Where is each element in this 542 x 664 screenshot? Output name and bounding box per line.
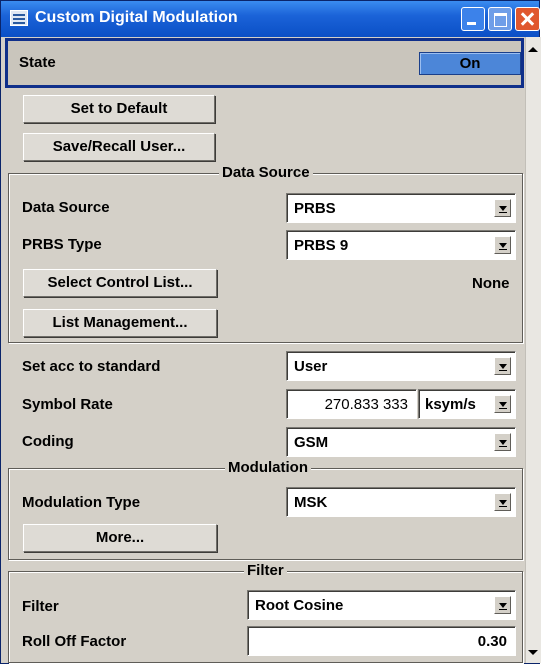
more-button[interactable]: More... — [23, 524, 217, 552]
roll-off-factor-input[interactable]: 0.30 — [247, 626, 516, 656]
minimize-button[interactable] — [461, 7, 485, 31]
filter-label: Filter — [22, 598, 59, 615]
chevron-down-icon[interactable] — [494, 199, 511, 217]
symbol-rate-unit-dropdown[interactable]: ksym/s — [418, 389, 516, 419]
symbol-rate-input[interactable]: 270.833 333 — [286, 389, 417, 419]
modulation-type-label: Modulation Type — [22, 494, 141, 511]
data-source-label: Data Source — [22, 199, 110, 216]
data-source-dropdown[interactable]: PRBS — [286, 193, 516, 223]
title-bar[interactable]: Custom Digital Modulation — [1, 1, 540, 37]
coding-value: GSM — [294, 434, 329, 451]
maximize-button[interactable] — [488, 7, 512, 31]
chevron-down-icon[interactable] — [494, 395, 511, 413]
coding-label: Coding — [22, 433, 74, 450]
filter-value: Root Cosine — [255, 597, 344, 614]
filter-dropdown[interactable]: Root Cosine — [247, 590, 516, 620]
state-row: State On — [5, 38, 524, 88]
roll-off-factor-label: Roll Off Factor — [22, 633, 127, 650]
window-title: Custom Digital Modulation — [35, 9, 238, 26]
scroll-down-icon[interactable] — [528, 650, 538, 655]
chevron-down-icon[interactable] — [494, 357, 511, 375]
symbol-rate-value: 270.833 333 — [324, 396, 408, 413]
scroll-up-icon[interactable] — [528, 47, 538, 52]
symbol-rate-unit: ksym/s — [425, 396, 476, 413]
state-label: State — [19, 54, 56, 71]
set-to-default-button[interactable]: Set to Default — [23, 95, 215, 123]
prbs-type-label: PRBS Type — [22, 236, 102, 253]
filter-group-title: Filter — [244, 562, 287, 580]
save-recall-user-button[interactable]: Save/Recall User... — [23, 133, 215, 161]
data-source-group-title: Data Source — [219, 164, 313, 182]
close-button[interactable] — [515, 7, 540, 31]
chevron-down-icon[interactable] — [494, 236, 511, 254]
symbol-rate-label: Symbol Rate — [22, 396, 113, 413]
window-icon — [10, 10, 28, 26]
custom-digital-modulation-window: Custom Digital Modulation State On Set t… — [0, 0, 541, 664]
state-toggle-button[interactable]: On — [419, 52, 521, 75]
roll-off-factor-value: 0.30 — [477, 633, 507, 650]
chevron-down-icon[interactable] — [494, 493, 511, 511]
vertical-scrollbar[interactable] — [525, 37, 541, 663]
prbs-type-value: PRBS 9 — [294, 237, 349, 254]
modulation-type-value: MSK — [294, 494, 328, 511]
chevron-down-icon[interactable] — [494, 596, 511, 614]
select-control-list-button[interactable]: Select Control List... — [23, 269, 217, 297]
set-acc-to-standard-label: Set acc to standard — [22, 358, 161, 375]
standard-value: User — [294, 358, 328, 375]
modulation-type-dropdown[interactable]: MSK — [286, 487, 516, 517]
modulation-group-title: Modulation — [225, 459, 311, 477]
prbs-type-dropdown[interactable]: PRBS 9 — [286, 230, 516, 260]
standard-dropdown[interactable]: User — [286, 351, 516, 381]
data-source-value: PRBS — [294, 200, 336, 217]
list-management-button[interactable]: List Management... — [23, 309, 217, 337]
coding-dropdown[interactable]: GSM — [286, 427, 516, 457]
chevron-down-icon[interactable] — [494, 433, 511, 451]
control-list-value: None — [472, 275, 510, 292]
